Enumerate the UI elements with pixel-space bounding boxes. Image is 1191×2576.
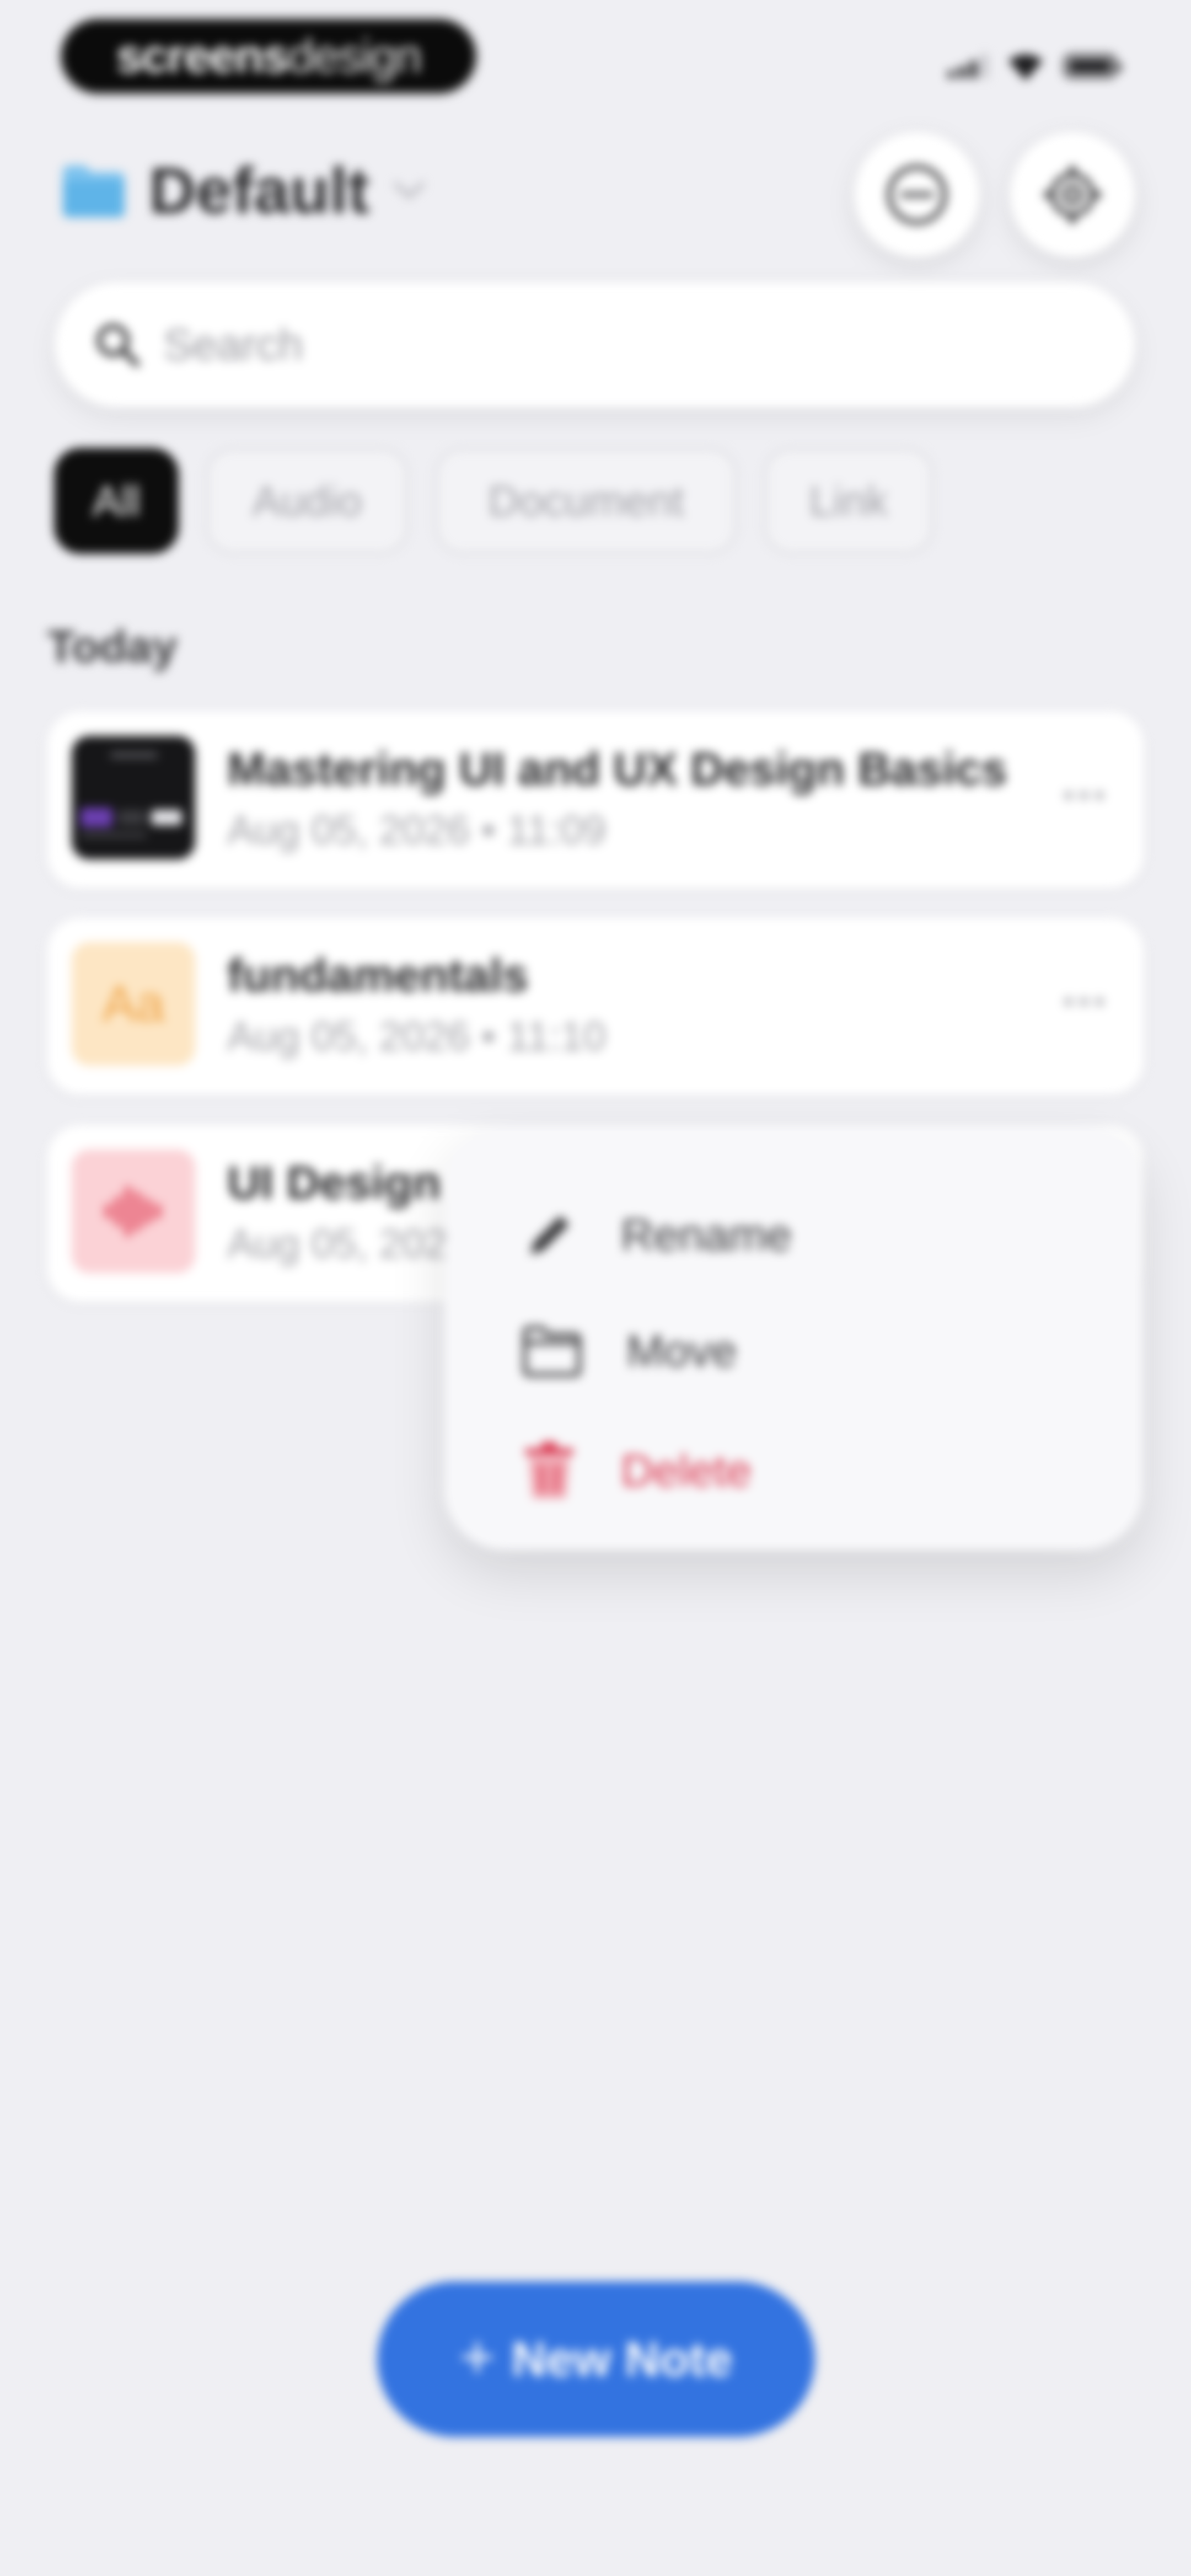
settings-button[interactable]: [1010, 132, 1135, 257]
filter-chip-audio[interactable]: Audio: [206, 448, 408, 554]
pencil-icon: [530, 1216, 569, 1254]
note-card[interactable]: Aa fundamentals Aug 05, 2026 • 11:10: [47, 918, 1144, 1094]
document-thumb-text: Aa: [102, 975, 165, 1032]
folder-name: Default: [149, 154, 369, 227]
search-icon: [96, 324, 140, 367]
filter-chip-link[interactable]: Link: [764, 448, 933, 554]
gear-icon: [1044, 166, 1101, 223]
note-date: Aug 05, 202: [227, 1221, 448, 1266]
menu-item-label: Move: [626, 1326, 737, 1376]
filter-chip-document[interactable]: Document: [436, 448, 737, 554]
video-preview-icon: [81, 752, 182, 837]
more-options-button[interactable]: [1051, 773, 1117, 817]
note-title: fundamentals: [227, 949, 529, 1001]
screensdesign-logo: screens design: [60, 18, 478, 95]
new-note-button[interactable]: + New Note: [377, 2281, 815, 2437]
audio-thumbnail: [72, 1150, 195, 1273]
trash-icon: [525, 1442, 573, 1498]
more-options-button[interactable]: [1051, 980, 1117, 1024]
filter-chip-all[interactable]: All: [54, 448, 179, 554]
note-date: Aug 05, 2026 • 11:10: [227, 1013, 606, 1059]
menu-item-delete[interactable]: Delete: [522, 1441, 752, 1501]
plus-icon: +: [459, 2323, 495, 2391]
new-note-label: New Note: [511, 2332, 733, 2386]
note-card[interactable]: Mastering UI and UX Design Basics Aug 05…: [47, 712, 1144, 888]
chevron-down-icon: [394, 182, 425, 199]
note-date: Aug 05, 2026 • 11:09: [227, 807, 606, 853]
menu-item-move[interactable]: Move: [522, 1325, 737, 1378]
folder-selector[interactable]: Default: [61, 153, 427, 228]
signal-icon: [948, 54, 988, 78]
minus-circle-icon: [887, 164, 947, 225]
document-thumbnail: Aa: [72, 942, 195, 1066]
minus-circle-button[interactable]: [855, 132, 979, 257]
logo-text-light: design: [287, 29, 422, 83]
wifi-icon: [1008, 54, 1043, 81]
folder-icon: [63, 165, 125, 217]
menu-item-rename[interactable]: Rename: [522, 1208, 792, 1263]
menu-item-label: Delete: [621, 1446, 752, 1496]
search-bar[interactable]: Search: [55, 282, 1135, 407]
section-title: Today: [47, 622, 178, 672]
note-title: Mastering UI and UX Design Basics: [227, 743, 1007, 795]
video-thumbnail: [72, 736, 195, 859]
filter-chips: All Audio Document Link: [54, 448, 933, 554]
logo-text-bold: screens: [116, 29, 289, 83]
status-icons: [948, 51, 1122, 82]
battery-icon: [1064, 54, 1122, 78]
context-menu: Rename Move Delete: [444, 1125, 1142, 1550]
screen: screens design Default Search All Audio …: [0, 0, 1191, 2576]
waveform-icon: [105, 1186, 160, 1237]
menu-item-label: Rename: [621, 1210, 792, 1260]
folder-outline-icon: [523, 1326, 581, 1377]
search-input[interactable]: Search: [163, 319, 303, 370]
